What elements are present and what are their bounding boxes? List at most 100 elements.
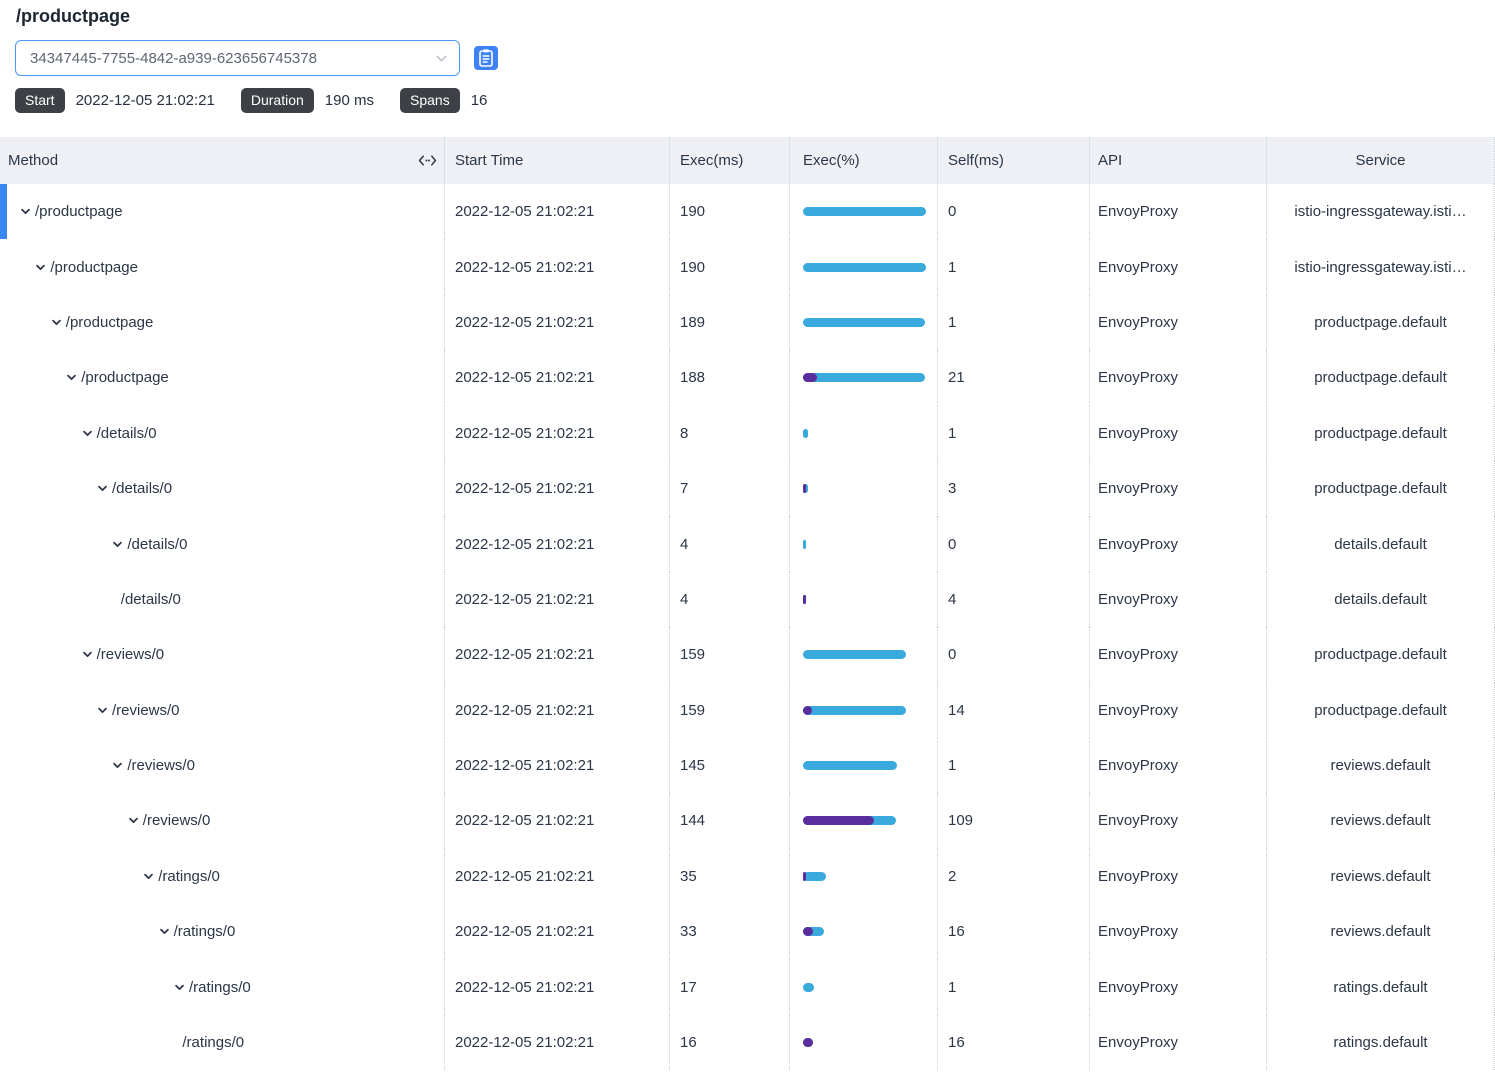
- start-time-cell: 2022-12-05 21:02:21: [445, 683, 670, 738]
- chevron-down-icon[interactable]: [82, 428, 95, 439]
- method-cell: /productpage: [0, 295, 445, 350]
- exec-bar: [803, 983, 814, 992]
- trace-detail-page: /productpage 34347445-7755-4842-a939-623…: [0, 6, 1495, 1086]
- trace-row[interactable]: /details/02022-12-05 21:02:2140EnvoyProx…: [0, 516, 1495, 571]
- self-ms-cell: 1: [938, 239, 1090, 294]
- api-cell: EnvoyProxy: [1090, 295, 1267, 350]
- trace-row[interactable]: /details/02022-12-05 21:02:2181EnvoyProx…: [0, 406, 1495, 461]
- start-time-cell: 2022-12-05 21:02:21: [445, 904, 670, 959]
- self-ms-cell: 21: [938, 350, 1090, 405]
- api-cell: EnvoyProxy: [1090, 793, 1267, 848]
- exec-percent-cell: [790, 683, 938, 738]
- chevron-down-icon[interactable]: [112, 760, 125, 771]
- exec-percent-cell: [790, 1015, 938, 1070]
- exec-ms-cell: 7: [670, 461, 790, 516]
- span-method-label: /productpage: [66, 314, 154, 331]
- trace-row[interactable]: /productpage2022-12-05 21:02:211900Envoy…: [0, 184, 1495, 239]
- chevron-down-icon[interactable]: [159, 926, 172, 937]
- trace-row[interactable]: /reviews/02022-12-05 21:02:211451EnvoyPr…: [0, 738, 1495, 793]
- duration-value: 190 ms: [325, 92, 374, 109]
- method-cell: /reviews/0: [0, 793, 445, 848]
- trace-row[interactable]: /reviews/02022-12-05 21:02:21144 109Envoy…: [0, 793, 1495, 848]
- start-time-cell: 2022-12-05 21:02:21: [445, 295, 670, 350]
- start-time-cell: 2022-12-05 21:02:21: [445, 350, 670, 405]
- spans-table: Method Start Time Exec(ms) Exec(%) Self(…: [0, 137, 1495, 1070]
- trace-meta-row: Start 2022-12-05 21:02:21 Duration 190 m…: [15, 88, 1495, 113]
- exec-bar: [803, 429, 808, 438]
- self-ms-cell: 3: [938, 461, 1090, 516]
- chevron-down-icon[interactable]: [97, 483, 110, 494]
- start-time-cell: 2022-12-05 21:02:21: [445, 793, 670, 848]
- trace-row[interactable]: /productpage2022-12-05 21:02:211901Envoy…: [0, 239, 1495, 294]
- column-resize-icon[interactable]: [418, 155, 437, 166]
- exec-bar-track: [803, 429, 926, 438]
- span-method-label: /productpage: [35, 203, 123, 220]
- exec-ms-cell: 144: [670, 793, 790, 848]
- service-cell: productpage.default: [1267, 627, 1495, 682]
- exec-ms-cell: 16: [670, 1015, 790, 1070]
- self-ms-cell: 109: [938, 793, 1090, 848]
- chevron-down-icon[interactable]: [174, 982, 187, 993]
- exec-percent-cell: [790, 461, 938, 516]
- service-cell: productpage.default: [1267, 295, 1495, 350]
- exec-bar: [803, 318, 925, 327]
- trace-list-icon: [474, 46, 498, 70]
- exec-bar: [803, 263, 926, 272]
- column-header-exec-pct: Exec(%): [790, 137, 938, 184]
- exec-bar-track: [803, 263, 926, 272]
- trace-row[interactable]: /details/02022-12-05 21:02:2173EnvoyProx…: [0, 461, 1495, 516]
- chevron-down-icon[interactable]: [66, 372, 79, 383]
- exec-bar-track: [803, 650, 926, 659]
- self-ms-cell: 4: [938, 572, 1090, 627]
- trace-row[interactable]: /ratings/02022-12-05 21:02:213316EnvoyPr…: [0, 904, 1495, 959]
- method-cell: /productpage: [0, 350, 445, 405]
- service-cell: productpage.default: [1267, 406, 1495, 461]
- chevron-down-icon[interactable]: [20, 206, 33, 217]
- chevron-down-icon: [434, 51, 449, 66]
- api-cell: EnvoyProxy: [1090, 461, 1267, 516]
- method-cell: /ratings/0: [0, 959, 445, 1014]
- trace-row[interactable]: /productpage2022-12-05 21:02:2118821Envo…: [0, 350, 1495, 405]
- exec-percent-cell: [790, 350, 938, 405]
- span-method-label: /ratings/0: [189, 979, 251, 996]
- chevron-down-icon[interactable]: [143, 871, 156, 882]
- exec-ms-cell: 8: [670, 406, 790, 461]
- span-method-label: /reviews/0: [97, 646, 165, 663]
- chevron-down-icon[interactable]: [97, 705, 110, 716]
- chevron-down-icon[interactable]: [128, 815, 141, 826]
- chevron-down-icon[interactable]: [35, 262, 48, 273]
- method-cell: /productpage: [0, 239, 445, 294]
- span-method-label: /reviews/0: [127, 757, 195, 774]
- service-cell: productpage.default: [1267, 683, 1495, 738]
- trace-id-select[interactable]: 34347445-7755-4842-a939-623656745378: [15, 40, 460, 76]
- span-method-label: /details/0: [127, 536, 187, 553]
- self-ms-cell: 1: [938, 406, 1090, 461]
- method-cell: /details/0: [0, 572, 445, 627]
- table-body: /productpage2022-12-05 21:02:211900Envoy…: [0, 184, 1495, 1070]
- chevron-down-icon[interactable]: [51, 317, 64, 328]
- exec-percent-cell: [790, 295, 938, 350]
- column-header-api: API: [1090, 137, 1267, 184]
- column-header-exec-ms: Exec(ms): [670, 137, 790, 184]
- span-method-label: /ratings/0: [158, 868, 220, 885]
- chevron-down-icon[interactable]: [82, 649, 95, 660]
- trace-list-icon-button[interactable]: [474, 46, 498, 70]
- chevron-down-icon[interactable]: [112, 539, 125, 550]
- exec-percent-cell: [790, 239, 938, 294]
- trace-row[interactable]: /ratings/02022-12-05 21:02:21352EnvoyPro…: [0, 849, 1495, 904]
- api-cell: EnvoyProxy: [1090, 904, 1267, 959]
- trace-row[interactable]: /productpage2022-12-05 21:02:211891Envoy…: [0, 295, 1495, 350]
- exec-bar: [803, 373, 925, 382]
- self-bar: [803, 1038, 813, 1047]
- trace-row[interactable]: /ratings/02022-12-05 21:02:21171EnvoyPro…: [0, 959, 1495, 1014]
- exec-bar-track: [803, 373, 926, 382]
- service-cell: istio-ingressgateway.isti…: [1267, 184, 1495, 239]
- exec-bar-track: [803, 706, 926, 715]
- trace-row[interactable]: /reviews/02022-12-05 21:02:211590EnvoyPr…: [0, 627, 1495, 682]
- start-time-cell: 2022-12-05 21:02:21: [445, 239, 670, 294]
- trace-row[interactable]: /reviews/02022-12-05 21:02:2115914EnvoyP…: [0, 683, 1495, 738]
- exec-ms-cell: 4: [670, 572, 790, 627]
- trace-row[interactable]: /ratings/02022-12-05 21:02:211616EnvoyPr…: [0, 1015, 1495, 1070]
- trace-row[interactable]: /details/02022-12-05 21:02:2144EnvoyProx…: [0, 572, 1495, 627]
- exec-ms-cell: 35: [670, 849, 790, 904]
